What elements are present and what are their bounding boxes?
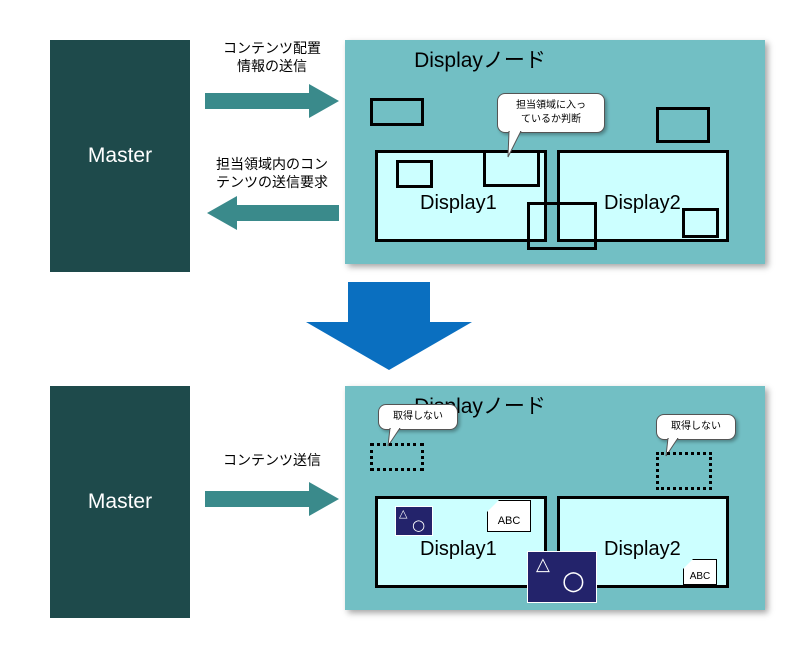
circle-icon: ○ bbox=[412, 516, 426, 534]
skipped-content-left bbox=[370, 443, 424, 471]
right-arrow-top bbox=[205, 84, 339, 118]
master-box-top: Master bbox=[50, 40, 190, 272]
right-arrow-bottom bbox=[205, 482, 339, 516]
skip-bubble-left: 取得しない bbox=[378, 404, 458, 430]
content-box bbox=[527, 202, 597, 250]
content-box bbox=[370, 98, 424, 126]
master-label: Master bbox=[87, 490, 153, 513]
node-title-top: Displayノード bbox=[414, 49, 546, 72]
display1-label: Display1 bbox=[420, 192, 497, 214]
triangle-icon: △ bbox=[536, 554, 550, 575]
judge-bubble: 担当領域に入っ ているか判断 bbox=[497, 93, 605, 133]
circle-icon: ○ bbox=[562, 566, 585, 596]
display2-label: Display2 bbox=[604, 192, 681, 214]
content-picture-small: △ ○ bbox=[395, 506, 433, 536]
content-box bbox=[656, 107, 710, 143]
content-send-label: コンテンツ送信 bbox=[223, 453, 321, 469]
bubble-tail bbox=[507, 131, 522, 158]
content-box bbox=[396, 160, 433, 188]
content-box bbox=[682, 208, 719, 238]
display2-label: Display2 bbox=[604, 538, 681, 560]
content-picture-large: △ ○ bbox=[527, 551, 597, 603]
triangle-icon: △ bbox=[399, 507, 408, 520]
down-arrow bbox=[306, 282, 472, 370]
display1-label: Display1 bbox=[420, 538, 497, 560]
master-label: Master bbox=[87, 144, 153, 167]
request-label: 担当領域内のコン テンツの送信要求 bbox=[216, 157, 328, 191]
send-placement-label: コンテンツ配置 情報の送信 bbox=[223, 41, 321, 75]
skip-bubble-right: 取得しない bbox=[656, 414, 736, 440]
left-arrow-top bbox=[207, 196, 339, 230]
skipped-content-right bbox=[656, 452, 712, 490]
master-box-bottom: Master bbox=[50, 386, 190, 618]
